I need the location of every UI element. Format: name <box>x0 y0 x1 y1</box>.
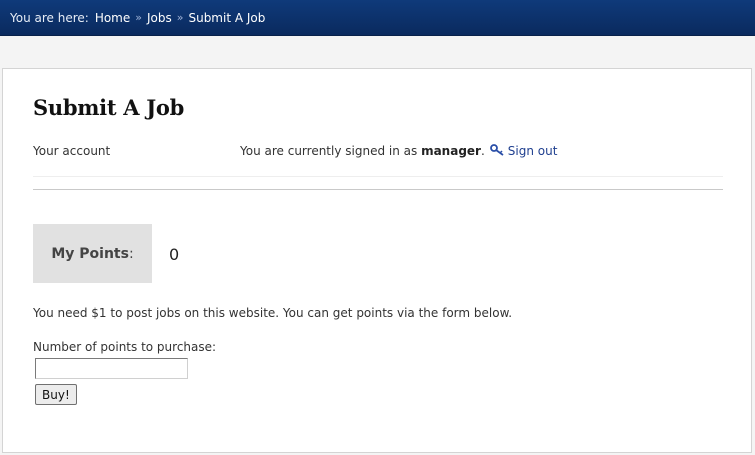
section-divider <box>33 189 723 190</box>
buy-button[interactable]: Buy! <box>35 384 77 405</box>
account-status: You are currently signed in as manager. … <box>240 144 557 158</box>
points-label-box: My Points: <box>33 224 152 283</box>
divider <box>33 176 723 177</box>
points-label-colon: : <box>128 245 134 262</box>
breadcrumb-home-link[interactable]: Home <box>95 11 130 25</box>
points-label: My Points <box>51 245 129 262</box>
breadcrumb-separator: » <box>176 11 184 24</box>
breadcrumb: You are here: Home » Jobs » Submit A Job <box>0 0 755 36</box>
status-period: . <box>480 144 485 158</box>
key-icon <box>489 144 504 156</box>
points-value: 0 <box>169 245 180 264</box>
sign-out-link[interactable]: Sign out <box>508 144 558 158</box>
page-title: Submit A Job <box>33 95 184 120</box>
breadcrumb-current-page[interactable]: Submit A Job <box>188 11 265 25</box>
points-info-text: You need $1 to post jobs on this website… <box>33 306 513 320</box>
signed-in-text: You are currently signed in as <box>240 144 418 158</box>
points-quantity-input[interactable] <box>35 358 188 379</box>
main-content-panel: Submit A Job Your account You are curren… <box>2 68 752 453</box>
breadcrumb-separator: » <box>135 11 142 24</box>
header-spacer <box>0 37 755 68</box>
breadcrumb-jobs-link[interactable]: Jobs <box>147 11 172 25</box>
points-quantity-label: Number of points to purchase: <box>33 340 217 354</box>
account-label: Your account <box>33 144 111 158</box>
username: manager <box>421 144 481 158</box>
breadcrumb-label: You are here: <box>10 10 89 25</box>
